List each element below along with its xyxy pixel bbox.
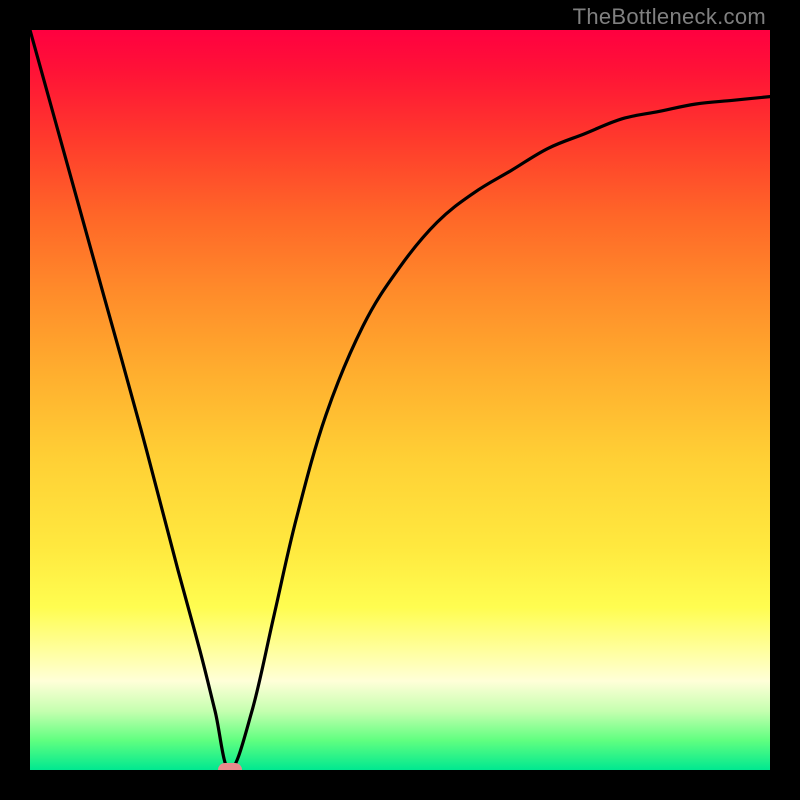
chart-frame: TheBottleneck.com (0, 0, 800, 800)
watermark-text: TheBottleneck.com (573, 4, 766, 30)
chart-plot-area (30, 30, 770, 770)
chart-minimum-marker (218, 763, 242, 770)
chart-curve (30, 30, 770, 770)
